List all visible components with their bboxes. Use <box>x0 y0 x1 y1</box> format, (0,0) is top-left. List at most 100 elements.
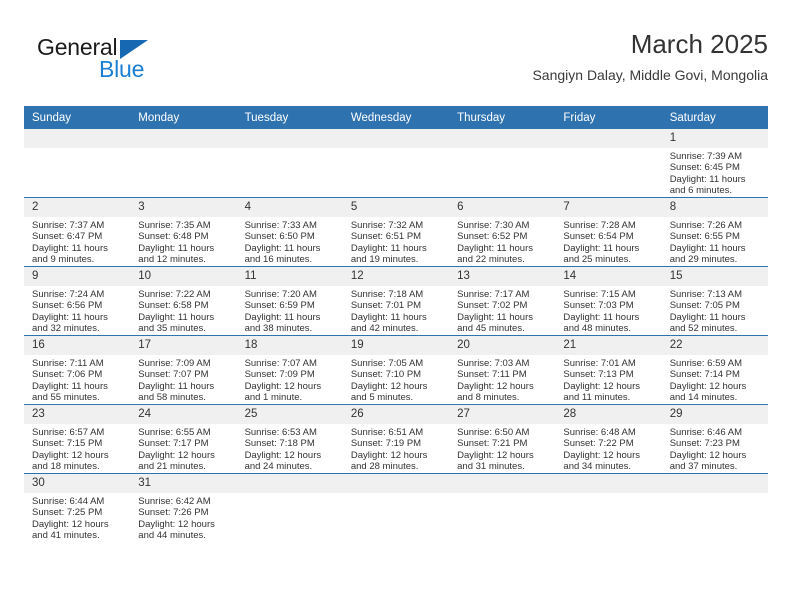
day-number <box>661 474 768 493</box>
calendar-day-cell[interactable]: 20 Sunrise: 7:03 AM Sunset: 7:11 PM Dayligh… <box>449 335 556 405</box>
sunrise-time: Sunrise: 7:26 AM <box>669 220 743 231</box>
calendar-header-row: Sunday Monday Tuesday Wednesday Thursday… <box>24 106 768 129</box>
calendar-week-row: 9 Sunrise: 7:24 AM Sunset: 6:56 PM Daylight… <box>24 266 768 336</box>
calendar-day-cell[interactable]: 28 Sunrise: 6:48 AM Sunset: 7:22 PM Dayligh… <box>555 404 662 474</box>
calendar-day-cell-empty <box>342 473 450 542</box>
calendar-day-cell[interactable]: 17 Sunrise: 7:09 AM Sunset: 7:07 PM Dayligh… <box>130 335 237 405</box>
calendar-day-cell[interactable]: 9 Sunrise: 7:24 AM Sunset: 6:56 PM Daylight… <box>24 266 131 336</box>
daylight-duration-line2: and 32 minutes. <box>32 323 100 335</box>
calendar-day-cell[interactable]: 31 Sunrise: 6:42 AM Sunset: 7:26 PM Dayligh… <box>130 473 237 542</box>
sunrise-time: Sunrise: 7:05 AM <box>350 358 424 369</box>
calendar-day-cell[interactable]: 22 Sunrise: 6:59 AM Sunset: 7:14 PM Dayligh… <box>661 335 768 405</box>
day-number: 21 <box>555 336 662 355</box>
calendar-day-cell[interactable]: 23 Sunrise: 6:57 AM Sunset: 7:15 PM Dayligh… <box>24 404 131 474</box>
daylight-duration-line1: Daylight: 12 hours <box>457 380 534 392</box>
day-number: 1 <box>661 129 768 148</box>
calendar-day-cell[interactable]: 16 Sunrise: 7:11 AM Sunset: 7:06 PM Dayligh… <box>24 335 131 405</box>
sunrise-time: Sunrise: 7:32 AM <box>350 220 424 231</box>
day-number: 6 <box>449 198 556 217</box>
calendar-week-row: 1 Sunrise: 7:39 AM Sunset: 6:45 PM Daylight… <box>24 129 768 198</box>
sunrise-time: Sunrise: 7:37 AM <box>32 220 105 231</box>
daylight-duration-line2: and 1 minute. <box>244 392 303 404</box>
daylight-duration-line1: Daylight: 11 hours <box>350 311 427 323</box>
day-details: Sunrise: 7:22 AM Sunset: 6:58 PM Daylight:… <box>130 286 236 335</box>
day-number: 17 <box>130 336 237 355</box>
day-number <box>24 129 131 148</box>
sunset-time: Sunset: 7:02 PM <box>457 300 528 312</box>
day-details: Sunrise: 6:53 AM Sunset: 7:18 PM Daylight:… <box>237 424 343 473</box>
daylight-duration-line2: and 8 minutes. <box>457 392 520 404</box>
day-number: 9 <box>24 267 131 286</box>
sunset-time: Sunset: 7:05 PM <box>669 300 740 312</box>
weekday-header-wednesday: Wednesday <box>342 106 450 129</box>
day-number <box>236 129 343 148</box>
calendar-day-cell[interactable]: 4 Sunrise: 7:33 AM Sunset: 6:50 PM Daylight… <box>236 197 343 267</box>
calendar-day-cell-empty <box>342 129 450 198</box>
daylight-duration-line2: and 22 minutes. <box>457 254 525 266</box>
calendar-day-cell[interactable]: 25 Sunrise: 6:53 AM Sunset: 7:18 PM Dayligh… <box>236 404 343 474</box>
day-number: 5 <box>342 198 450 217</box>
calendar-day-cell[interactable]: 26 Sunrise: 6:51 AM Sunset: 7:19 PM Dayligh… <box>342 404 450 474</box>
day-number <box>449 474 556 493</box>
day-details: Sunrise: 6:51 AM Sunset: 7:19 PM Daylight:… <box>343 424 449 473</box>
calendar-day-cell[interactable]: 15 Sunrise: 7:13 AM Sunset: 7:05 PM Dayligh… <box>661 266 768 336</box>
sunrise-time: Sunrise: 7:18 AM <box>350 289 424 300</box>
calendar-day-cell[interactable]: 19 Sunrise: 7:05 AM Sunset: 7:10 PM Dayligh… <box>342 335 450 405</box>
day-details: Sunrise: 7:26 AM Sunset: 6:55 PM Daylight:… <box>662 217 768 266</box>
calendar-day-cell[interactable]: 10 Sunrise: 7:22 AM Sunset: 6:58 PM Dayligh… <box>130 266 237 336</box>
day-details: Sunrise: 7:11 AM Sunset: 7:06 PM Daylight:… <box>24 355 130 404</box>
sunset-time: Sunset: 7:07 PM <box>138 369 209 381</box>
daylight-duration-line2: and 9 minutes. <box>32 254 95 266</box>
calendar-day-cell[interactable]: 13 Sunrise: 7:17 AM Sunset: 7:02 PM Dayligh… <box>449 266 556 336</box>
weekday-header-saturday: Saturday <box>661 106 768 129</box>
daylight-duration-line2: and 48 minutes. <box>563 323 632 335</box>
calendar-day-cell-empty <box>236 129 343 198</box>
day-details: Sunrise: 7:32 AM Sunset: 6:51 PM Daylight:… <box>343 217 449 266</box>
weekday-header-tuesday: Tuesday <box>236 106 343 129</box>
calendar-day-cell[interactable]: 30 Sunrise: 6:44 AM Sunset: 7:25 PM Dayligh… <box>24 473 131 542</box>
daylight-duration-line1: Daylight: 11 hours <box>457 242 533 254</box>
calendar-day-cell[interactable]: 24 Sunrise: 6:55 AM Sunset: 7:17 PM Dayligh… <box>130 404 237 474</box>
calendar-day-cell[interactable]: 12 Sunrise: 7:18 AM Sunset: 7:01 PM Dayligh… <box>342 266 450 336</box>
sunset-time: Sunset: 6:47 PM <box>32 231 103 243</box>
daylight-duration-line1: Daylight: 11 hours <box>563 242 640 254</box>
day-details: Sunrise: 7:20 AM Sunset: 6:59 PM Daylight:… <box>237 286 343 335</box>
sunset-time: Sunset: 6:56 PM <box>32 300 103 312</box>
calendar-week-row: 16 Sunrise: 7:11 AM Sunset: 7:06 PM Dayligh… <box>24 335 768 405</box>
calendar-day-cell[interactable]: 5 Sunrise: 7:32 AM Sunset: 6:51 PM Daylight… <box>342 197 450 267</box>
daylight-duration-line2: and 45 minutes. <box>457 323 525 335</box>
calendar-day-cell[interactable]: 14 Sunrise: 7:15 AM Sunset: 7:03 PM Dayligh… <box>555 266 662 336</box>
calendar-day-cell[interactable]: 7 Sunrise: 7:28 AM Sunset: 6:54 PM Daylight… <box>555 197 662 267</box>
day-number: 3 <box>130 198 237 217</box>
day-number: 18 <box>236 336 343 355</box>
daylight-duration-line2: and 35 minutes. <box>138 323 206 335</box>
sunrise-time: Sunrise: 7:22 AM <box>138 289 211 300</box>
daylight-duration-line2: and 41 minutes. <box>32 530 100 542</box>
daylight-duration-line1: Daylight: 11 hours <box>138 380 215 392</box>
daylight-duration-line1: Daylight: 12 hours <box>244 449 322 461</box>
calendar-day-cell[interactable]: 27 Sunrise: 6:50 AM Sunset: 7:21 PM Dayligh… <box>449 404 556 474</box>
day-details: Sunrise: 7:24 AM Sunset: 6:56 PM Daylight:… <box>24 286 130 335</box>
calendar-day-cell[interactable]: 18 Sunrise: 7:07 AM Sunset: 7:09 PM Dayligh… <box>236 335 343 405</box>
calendar-day-cell[interactable]: 29 Sunrise: 6:46 AM Sunset: 7:23 PM Dayligh… <box>661 404 768 474</box>
daylight-duration-line1: Daylight: 11 hours <box>138 311 215 323</box>
sunrise-time: Sunrise: 6:55 AM <box>138 427 211 438</box>
daylight-duration-line2: and 6 minutes. <box>669 185 733 197</box>
daylight-duration-line2: and 52 minutes. <box>669 323 738 335</box>
daylight-duration-line1: Daylight: 12 hours <box>563 449 640 461</box>
calendar-day-cell[interactable]: 6 Sunrise: 7:30 AM Sunset: 6:52 PM Daylight… <box>449 197 556 267</box>
calendar-day-cell[interactable]: 8 Sunrise: 7:26 AM Sunset: 6:55 PM Daylight… <box>661 197 768 267</box>
calendar-day-cell[interactable]: 1 Sunrise: 7:39 AM Sunset: 6:45 PM Daylight… <box>661 129 768 198</box>
calendar-body: 1 Sunrise: 7:39 AM Sunset: 6:45 PM Daylight… <box>24 129 768 542</box>
day-details: Sunrise: 6:44 AM Sunset: 7:25 PM Daylight:… <box>24 493 130 542</box>
day-number: 19 <box>342 336 450 355</box>
calendar-day-cell[interactable]: 2 Sunrise: 7:37 AM Sunset: 6:47 PM Daylight… <box>24 197 131 267</box>
calendar-day-cell[interactable]: 21 Sunrise: 7:01 AM Sunset: 7:13 PM Dayligh… <box>555 335 662 405</box>
daylight-duration-line1: Daylight: 12 hours <box>138 449 215 461</box>
daylight-duration-line1: Daylight: 11 hours <box>669 242 746 254</box>
calendar-day-cell[interactable]: 11 Sunrise: 7:20 AM Sunset: 6:59 PM Dayligh… <box>236 266 343 336</box>
calendar-day-cell[interactable]: 3 Sunrise: 7:35 AM Sunset: 6:48 PM Daylight… <box>130 197 237 267</box>
daylight-duration-line1: Daylight: 12 hours <box>457 449 534 461</box>
general-blue-logo[interactable]: General Blue <box>37 34 217 90</box>
sunrise-time: Sunrise: 6:53 AM <box>244 427 317 438</box>
